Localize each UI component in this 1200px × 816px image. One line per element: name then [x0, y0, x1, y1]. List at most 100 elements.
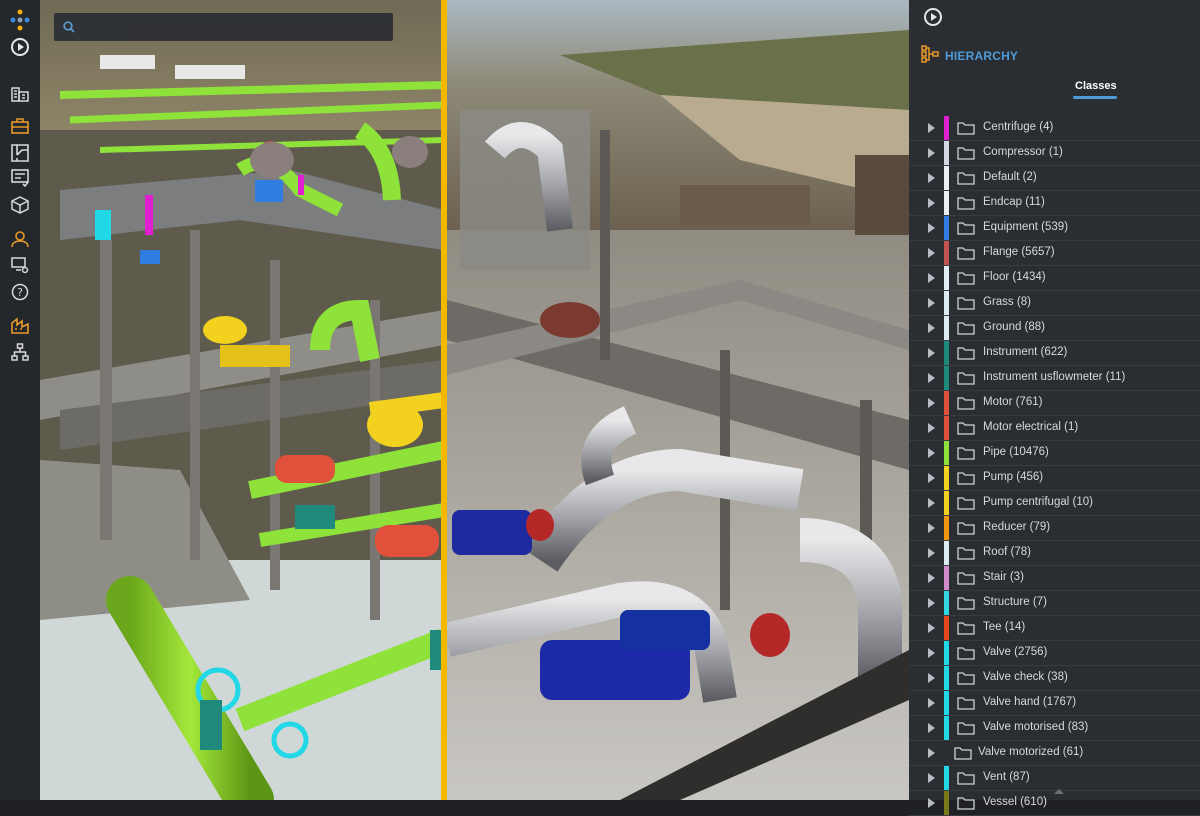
class-row[interactable]: Compressor (1) — [909, 141, 1200, 166]
class-row[interactable]: Roof (78) — [909, 541, 1200, 566]
class-color-swatch — [944, 416, 949, 440]
class-label: Equipment (539) — [983, 221, 1069, 233]
class-row[interactable]: Floor (1434) — [909, 266, 1200, 291]
buildings-icon[interactable] — [9, 82, 31, 104]
class-row[interactable]: Pump (456) — [909, 466, 1200, 491]
expand-caret-icon[interactable] — [928, 423, 935, 433]
notes-icon[interactable] — [9, 167, 31, 189]
class-label: Valve motorised (83) — [983, 721, 1089, 733]
expand-caret-icon[interactable] — [928, 548, 935, 558]
logo-icon[interactable] — [9, 9, 31, 31]
expand-caret-icon[interactable] — [928, 573, 935, 583]
class-label: Valve (2756) — [983, 646, 1048, 658]
class-color-swatch — [944, 791, 949, 815]
folder-icon — [957, 271, 975, 290]
expand-caret-icon[interactable] — [928, 248, 935, 258]
folder-icon — [957, 221, 975, 240]
split-view-divider[interactable] — [441, 0, 447, 800]
cube-icon[interactable] — [9, 194, 31, 216]
expand-caret-icon[interactable] — [928, 448, 935, 458]
class-row[interactable]: Motor electrical (1) — [909, 416, 1200, 441]
class-color-swatch — [944, 291, 949, 315]
expand-caret-icon[interactable] — [928, 498, 935, 508]
folder-icon — [957, 171, 975, 190]
folder-icon — [957, 296, 975, 315]
expand-caret-icon[interactable] — [928, 473, 935, 483]
class-color-swatch — [944, 616, 949, 640]
play-icon[interactable] — [923, 7, 943, 32]
class-row[interactable]: Valve motorised (83) — [909, 716, 1200, 741]
class-label: Grass (8) — [983, 296, 1031, 308]
class-row[interactable]: Stair (3) — [909, 566, 1200, 591]
expand-caret-icon[interactable] — [928, 623, 935, 633]
expand-caret-icon[interactable] — [928, 123, 935, 133]
hierarchy-tree-icon[interactable] — [9, 341, 31, 363]
expand-caret-icon[interactable] — [928, 198, 935, 208]
screen-settings-icon[interactable] — [9, 254, 31, 276]
class-label: Ground (88) — [983, 321, 1046, 333]
class-color-swatch — [944, 266, 949, 290]
expand-caret-icon[interactable] — [928, 648, 935, 658]
class-label: Vent (87) — [983, 771, 1030, 783]
class-row[interactable]: Vent (87) — [909, 766, 1200, 791]
search-input[interactable] — [84, 13, 388, 43]
class-row[interactable]: Valve hand (1767) — [909, 691, 1200, 716]
class-row[interactable]: Valve check (38) — [909, 666, 1200, 691]
class-row[interactable]: Structure (7) — [909, 591, 1200, 616]
expand-caret-icon[interactable] — [928, 698, 935, 708]
help-icon[interactable]: ? — [9, 281, 31, 303]
class-label: Compressor (1) — [983, 146, 1063, 158]
folder-icon — [957, 546, 975, 565]
scroll-up-icon[interactable] — [1054, 789, 1064, 794]
floorplan-icon[interactable] — [9, 142, 31, 164]
expand-caret-icon[interactable] — [928, 748, 935, 758]
expand-caret-icon[interactable] — [928, 723, 935, 733]
class-label: Reducer (79) — [983, 521, 1051, 533]
class-row[interactable]: Endcap (11) — [909, 191, 1200, 216]
expand-caret-icon[interactable] — [928, 373, 935, 383]
folder-icon — [954, 746, 972, 765]
class-label: Pipe (10476) — [983, 446, 1049, 458]
expand-caret-icon[interactable] — [928, 673, 935, 683]
play-icon[interactable] — [9, 36, 31, 58]
expand-caret-icon[interactable] — [928, 348, 935, 358]
tab-classes[interactable]: Classes — [1075, 80, 1117, 92]
class-label: Roof (78) — [983, 546, 1031, 558]
hierarchy-header[interactable]: HIERARCHY — [921, 44, 1018, 67]
class-row[interactable]: Grass (8) — [909, 291, 1200, 316]
expand-caret-icon[interactable] — [928, 148, 935, 158]
expand-caret-icon[interactable] — [928, 773, 935, 783]
point-cloud-scene[interactable] — [40, 0, 909, 800]
user-icon[interactable] — [9, 228, 31, 250]
expand-caret-icon[interactable] — [928, 298, 935, 308]
class-row[interactable]: Centrifuge (4) — [909, 116, 1200, 141]
class-row[interactable]: Reducer (79) — [909, 516, 1200, 541]
class-row[interactable]: Default (2) — [909, 166, 1200, 191]
site-icon[interactable] — [9, 314, 31, 336]
expand-caret-icon[interactable] — [928, 273, 935, 283]
class-row[interactable]: Pipe (10476) — [909, 441, 1200, 466]
class-row[interactable]: Pump centrifugal (10) — [909, 491, 1200, 516]
search-bar[interactable] — [54, 13, 393, 43]
class-row[interactable]: Instrument (622) — [909, 341, 1200, 366]
class-row[interactable]: Tee (14) — [909, 616, 1200, 641]
class-list: Centrifuge (4) Compressor (1) Default (2) E… — [909, 116, 1200, 816]
expand-caret-icon[interactable] — [928, 223, 935, 233]
point-cloud-viewport[interactable] — [40, 0, 909, 800]
class-row[interactable]: Flange (5657) — [909, 241, 1200, 266]
expand-caret-icon[interactable] — [928, 398, 935, 408]
class-row[interactable]: Valve motorized (61) — [909, 741, 1200, 766]
class-color-swatch — [944, 441, 949, 465]
expand-caret-icon[interactable] — [928, 598, 935, 608]
class-row[interactable]: Equipment (539) — [909, 216, 1200, 241]
expand-caret-icon[interactable] — [928, 173, 935, 183]
class-row[interactable]: Vessel (610) — [909, 791, 1200, 816]
expand-caret-icon[interactable] — [928, 323, 935, 333]
class-row[interactable]: Valve (2756) — [909, 641, 1200, 666]
expand-caret-icon[interactable] — [928, 523, 935, 533]
class-row[interactable]: Motor (761) — [909, 391, 1200, 416]
briefcase-icon[interactable] — [9, 115, 31, 137]
class-row[interactable]: Ground (88) — [909, 316, 1200, 341]
class-row[interactable]: Instrument usflowmeter (11) — [909, 366, 1200, 391]
class-color-swatch — [944, 191, 949, 215]
